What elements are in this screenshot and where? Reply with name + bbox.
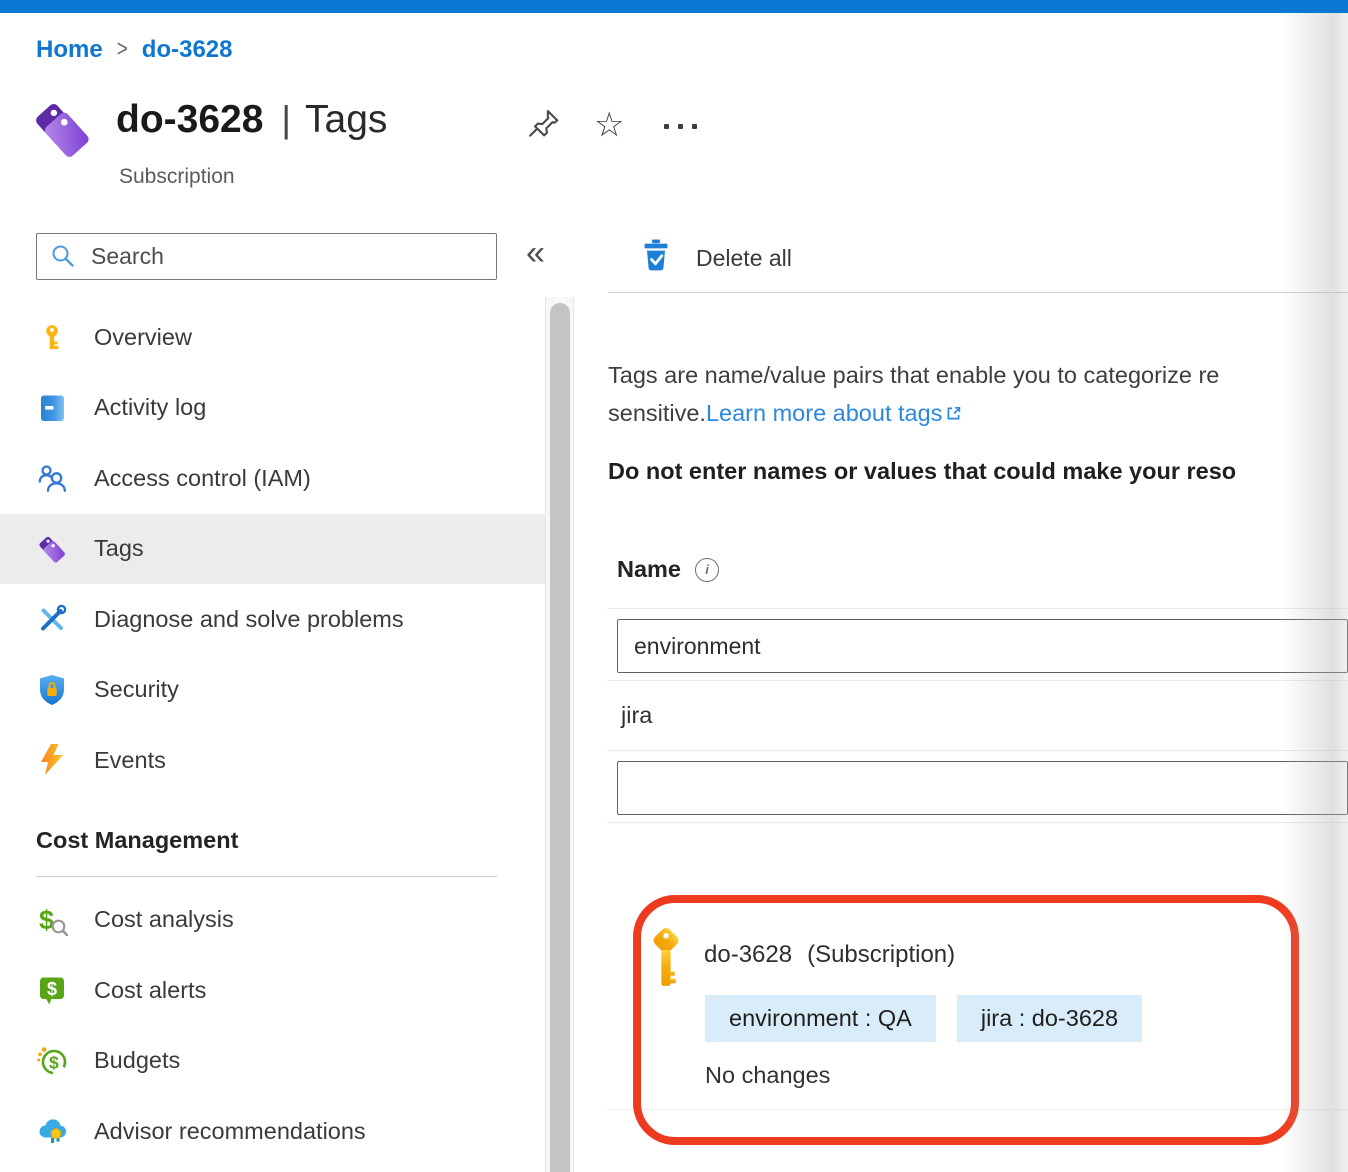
sidebar-item-label: Diagnose and solve problems xyxy=(94,606,404,633)
title-divider: | xyxy=(281,99,291,141)
svg-text:$: $ xyxy=(49,1052,59,1072)
azure-portal-window: Home > do-3628 do-3628 | Tags xyxy=(0,0,1348,1172)
external-link-icon xyxy=(945,395,962,433)
summary-row-separator xyxy=(607,1109,1348,1110)
tags-warning-text: Do not enter names or values that could … xyxy=(608,458,1236,485)
sidebar-scrollbar-track[interactable] xyxy=(545,297,574,1172)
dollar-magnifier-icon: $ xyxy=(36,904,68,936)
search-icon xyxy=(50,243,77,275)
sidebar-item-activity-log[interactable]: Activity log xyxy=(0,373,545,444)
lightning-icon xyxy=(36,744,68,776)
delete-all-button[interactable]: Delete all xyxy=(641,238,792,279)
sidebar-item-advisor-recommendations[interactable]: Advisor recommendations xyxy=(0,1096,545,1167)
sidebar-item-label: Access control (IAM) xyxy=(94,465,311,492)
sidebar-item-label: Tags xyxy=(94,535,144,562)
breadcrumb: Home > do-3628 xyxy=(36,36,233,64)
svg-text:$: $ xyxy=(39,905,54,935)
row-separator xyxy=(607,680,1348,681)
sidebar-item-label: Cost alerts xyxy=(94,977,206,1004)
tag-name-input-3[interactable] xyxy=(617,761,1348,815)
sidebar-item-diagnose[interactable]: Diagnose and solve problems xyxy=(0,584,545,655)
chevron-right-icon: > xyxy=(117,36,128,64)
sidebar-search xyxy=(36,233,497,280)
sidebar-item-label: Overview xyxy=(94,324,192,351)
svg-text:$: $ xyxy=(47,979,57,999)
tag-chip: environment : QA xyxy=(705,995,936,1042)
shield-lock-icon xyxy=(36,674,68,706)
sidebar-item-label: Advisor recommendations xyxy=(94,1118,366,1145)
resource-menu: Overview Activity log xyxy=(0,302,545,1167)
learn-more-link[interactable]: Learn more about tags xyxy=(706,400,942,426)
summary-resource-name: do-3628 xyxy=(704,941,792,968)
sidebar-item-cost-analysis[interactable]: $ Cost analysis xyxy=(0,885,545,956)
tag-name-text-2[interactable]: jira xyxy=(621,702,652,729)
row-separator xyxy=(607,750,1348,751)
sidebar-item-label: Budgets xyxy=(94,1047,180,1074)
dollar-cycle-icon: $ xyxy=(36,1045,68,1077)
search-input[interactable] xyxy=(36,233,497,280)
sidebar-item-budgets[interactable]: $ Budgets xyxy=(0,1026,545,1097)
toolbar-divider xyxy=(608,292,1348,293)
resource-name: do-3628 xyxy=(116,98,263,142)
description-line-1: Tags are name/value pairs that enable yo… xyxy=(608,356,1219,394)
tags-description: Tags are name/value pairs that enable yo… xyxy=(608,356,1219,433)
resource-type-subtitle: Subscription xyxy=(119,165,235,189)
tag-chip: jira : do-3628 xyxy=(957,995,1142,1042)
delete-all-label: Delete all xyxy=(696,245,792,272)
people-icon xyxy=(36,462,68,494)
tag-name-input-1[interactable] xyxy=(617,619,1348,673)
sidebar-item-tags[interactable]: Tags xyxy=(0,514,545,585)
key-icon xyxy=(36,321,68,353)
tools-icon xyxy=(36,603,68,635)
sidebar-item-label: Security xyxy=(94,676,179,703)
sidebar-item-label: Events xyxy=(94,747,166,774)
row-separator xyxy=(607,608,1348,609)
sidebar-item-cost-alerts[interactable]: $ Cost alerts xyxy=(0,955,545,1026)
page-title: do-3628 | Tags xyxy=(116,98,387,142)
summary-tag-chips: environment : QA jira : do-3628 xyxy=(705,995,1142,1042)
tag-icon xyxy=(36,533,68,565)
summary-status: No changes xyxy=(705,1062,830,1089)
favorite-star-icon[interactable]: ☆ xyxy=(594,108,624,142)
activity-log-icon xyxy=(36,392,68,424)
sidebar-item-access-control-iam[interactable]: Access control (IAM) xyxy=(0,443,545,514)
sidebar-item-label: Activity log xyxy=(94,394,206,421)
collapse-sidebar-icon[interactable]: « xyxy=(526,234,545,273)
summary-resource-title: do-3628 (Subscription) xyxy=(704,941,955,969)
sidebar-scrollbar-thumb[interactable] xyxy=(550,303,570,1172)
cloud-advisor-icon xyxy=(36,1115,68,1147)
sidebar-divider xyxy=(36,876,497,877)
summary-resource-type: (Subscription) xyxy=(807,941,955,968)
page-name: Tags xyxy=(305,98,387,142)
breadcrumb-home-link[interactable]: Home xyxy=(36,36,103,64)
dollar-bubble-icon: $ xyxy=(36,974,68,1006)
more-options-icon[interactable] xyxy=(664,124,697,129)
row-separator xyxy=(607,822,1348,823)
top-command-bar xyxy=(0,0,1348,13)
tags-page-icon xyxy=(30,94,94,169)
right-edge-fade xyxy=(1281,13,1348,1172)
subscription-key-icon xyxy=(649,926,683,995)
sidebar-item-security[interactable]: Security xyxy=(0,655,545,726)
delete-trash-icon xyxy=(641,238,671,279)
pin-icon[interactable] xyxy=(527,106,563,147)
info-icon[interactable]: i xyxy=(695,558,719,582)
sidebar-section-cost-management: Cost Management xyxy=(0,814,545,868)
sidebar-item-overview[interactable]: Overview xyxy=(0,302,545,373)
breadcrumb-resource-link[interactable]: do-3628 xyxy=(142,36,233,64)
name-column-label: Name xyxy=(617,556,681,583)
sidebar-item-events[interactable]: Events xyxy=(0,725,545,796)
name-column-header: Name i xyxy=(617,556,719,583)
description-line-2: sensitive.Learn more about tags xyxy=(608,394,1219,433)
sidebar-item-label: Cost analysis xyxy=(94,906,234,933)
